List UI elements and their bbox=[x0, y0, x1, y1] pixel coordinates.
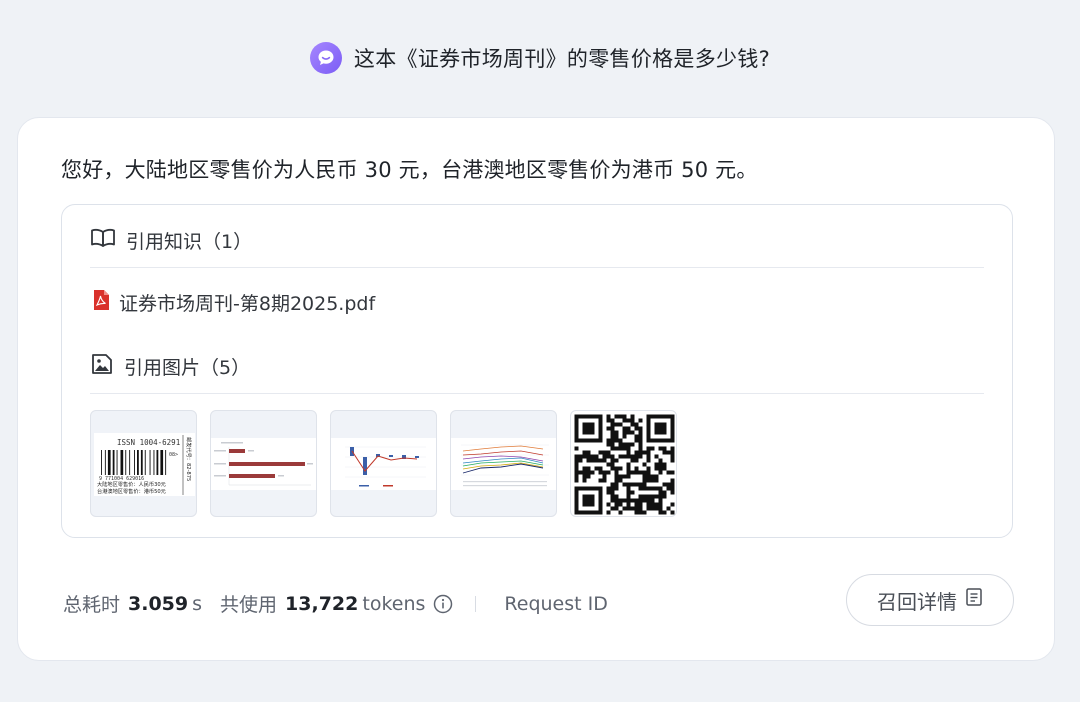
divider bbox=[90, 393, 984, 394]
thumbnail-line-column-chart[interactable] bbox=[330, 410, 437, 517]
chat-bubble-icon bbox=[309, 42, 342, 74]
references-panel: 引用知识（1） 证券市场周刊-第8期2025.pdf 引用图片（5） ISSN … bbox=[61, 204, 1013, 538]
image-thumbnails: ISSN 1004-6291 9 771004 629016 08> 大陆地区零… bbox=[90, 410, 677, 517]
barcode-issn: ISSN 1004-6291 bbox=[117, 438, 180, 447]
thumbnail-qr-code[interactable] bbox=[570, 410, 677, 517]
time-label: 总耗时 bbox=[63, 594, 121, 616]
document-icon bbox=[965, 587, 983, 613]
answer-card: 您好，大陆地区零售价为人民币 30 元，台港澳地区零售价为港币 50 元。 引用… bbox=[17, 117, 1055, 661]
divider bbox=[90, 267, 984, 268]
recall-details-label: 召回详情 bbox=[877, 591, 957, 614]
question-header: 这本《证券市场周刊》的零售价格是多少钱? bbox=[0, 40, 1080, 76]
image-references-title: 引用图片（5） bbox=[124, 357, 251, 379]
tokens-unit: tokens bbox=[362, 592, 426, 615]
image-references-header: 引用图片（5） bbox=[90, 352, 250, 381]
answer-text: 您好，大陆地区零售价为人民币 30 元，台港澳地区零售价为港币 50 元。 bbox=[61, 158, 758, 182]
thumbnail-barcode[interactable]: ISSN 1004-6291 9 771004 629016 08> 大陆地区零… bbox=[90, 410, 197, 517]
image-icon bbox=[90, 352, 114, 381]
divider bbox=[475, 595, 477, 612]
pdf-file-icon bbox=[92, 289, 110, 316]
recall-details-button[interactable]: 召回详情 bbox=[846, 574, 1014, 626]
reference-file-link[interactable]: 证券市场周刊-第8期2025.pdf bbox=[92, 289, 375, 316]
usage-stats: 总耗时 3.059 s 共使用 13,722 tokens Request ID bbox=[63, 590, 608, 617]
knowledge-references-header: 引用知识（1） bbox=[90, 227, 252, 254]
barcode-price-line1: 大陆地区零售价：人民币30元 bbox=[97, 480, 166, 488]
time-unit: s bbox=[192, 592, 203, 615]
tokens-value: 13,722 bbox=[285, 592, 359, 615]
barcode-issue: 08> bbox=[169, 452, 178, 458]
barcode-side-code: 邮发代号：82-875 bbox=[185, 437, 193, 481]
question-text: 这本《证券市场周刊》的零售价格是多少钱? bbox=[353, 47, 771, 71]
qr-code-graphic bbox=[574, 414, 675, 515]
barcode-price-line2: 台港澳地区零售价：港币50元 bbox=[97, 487, 166, 495]
time-value: 3.059 bbox=[128, 592, 189, 615]
thumbnail-multi-line-chart[interactable] bbox=[450, 410, 557, 517]
thumbnail-bar-chart[interactable] bbox=[210, 410, 317, 517]
tokens-label: 共使用 bbox=[220, 594, 278, 616]
info-icon[interactable] bbox=[433, 594, 453, 614]
knowledge-references-title: 引用知识（1） bbox=[126, 231, 253, 253]
request-id-link[interactable]: Request ID bbox=[504, 593, 607, 615]
reference-file-name: 证券市场周刊-第8期2025.pdf bbox=[119, 293, 376, 315]
open-book-icon bbox=[90, 227, 116, 254]
